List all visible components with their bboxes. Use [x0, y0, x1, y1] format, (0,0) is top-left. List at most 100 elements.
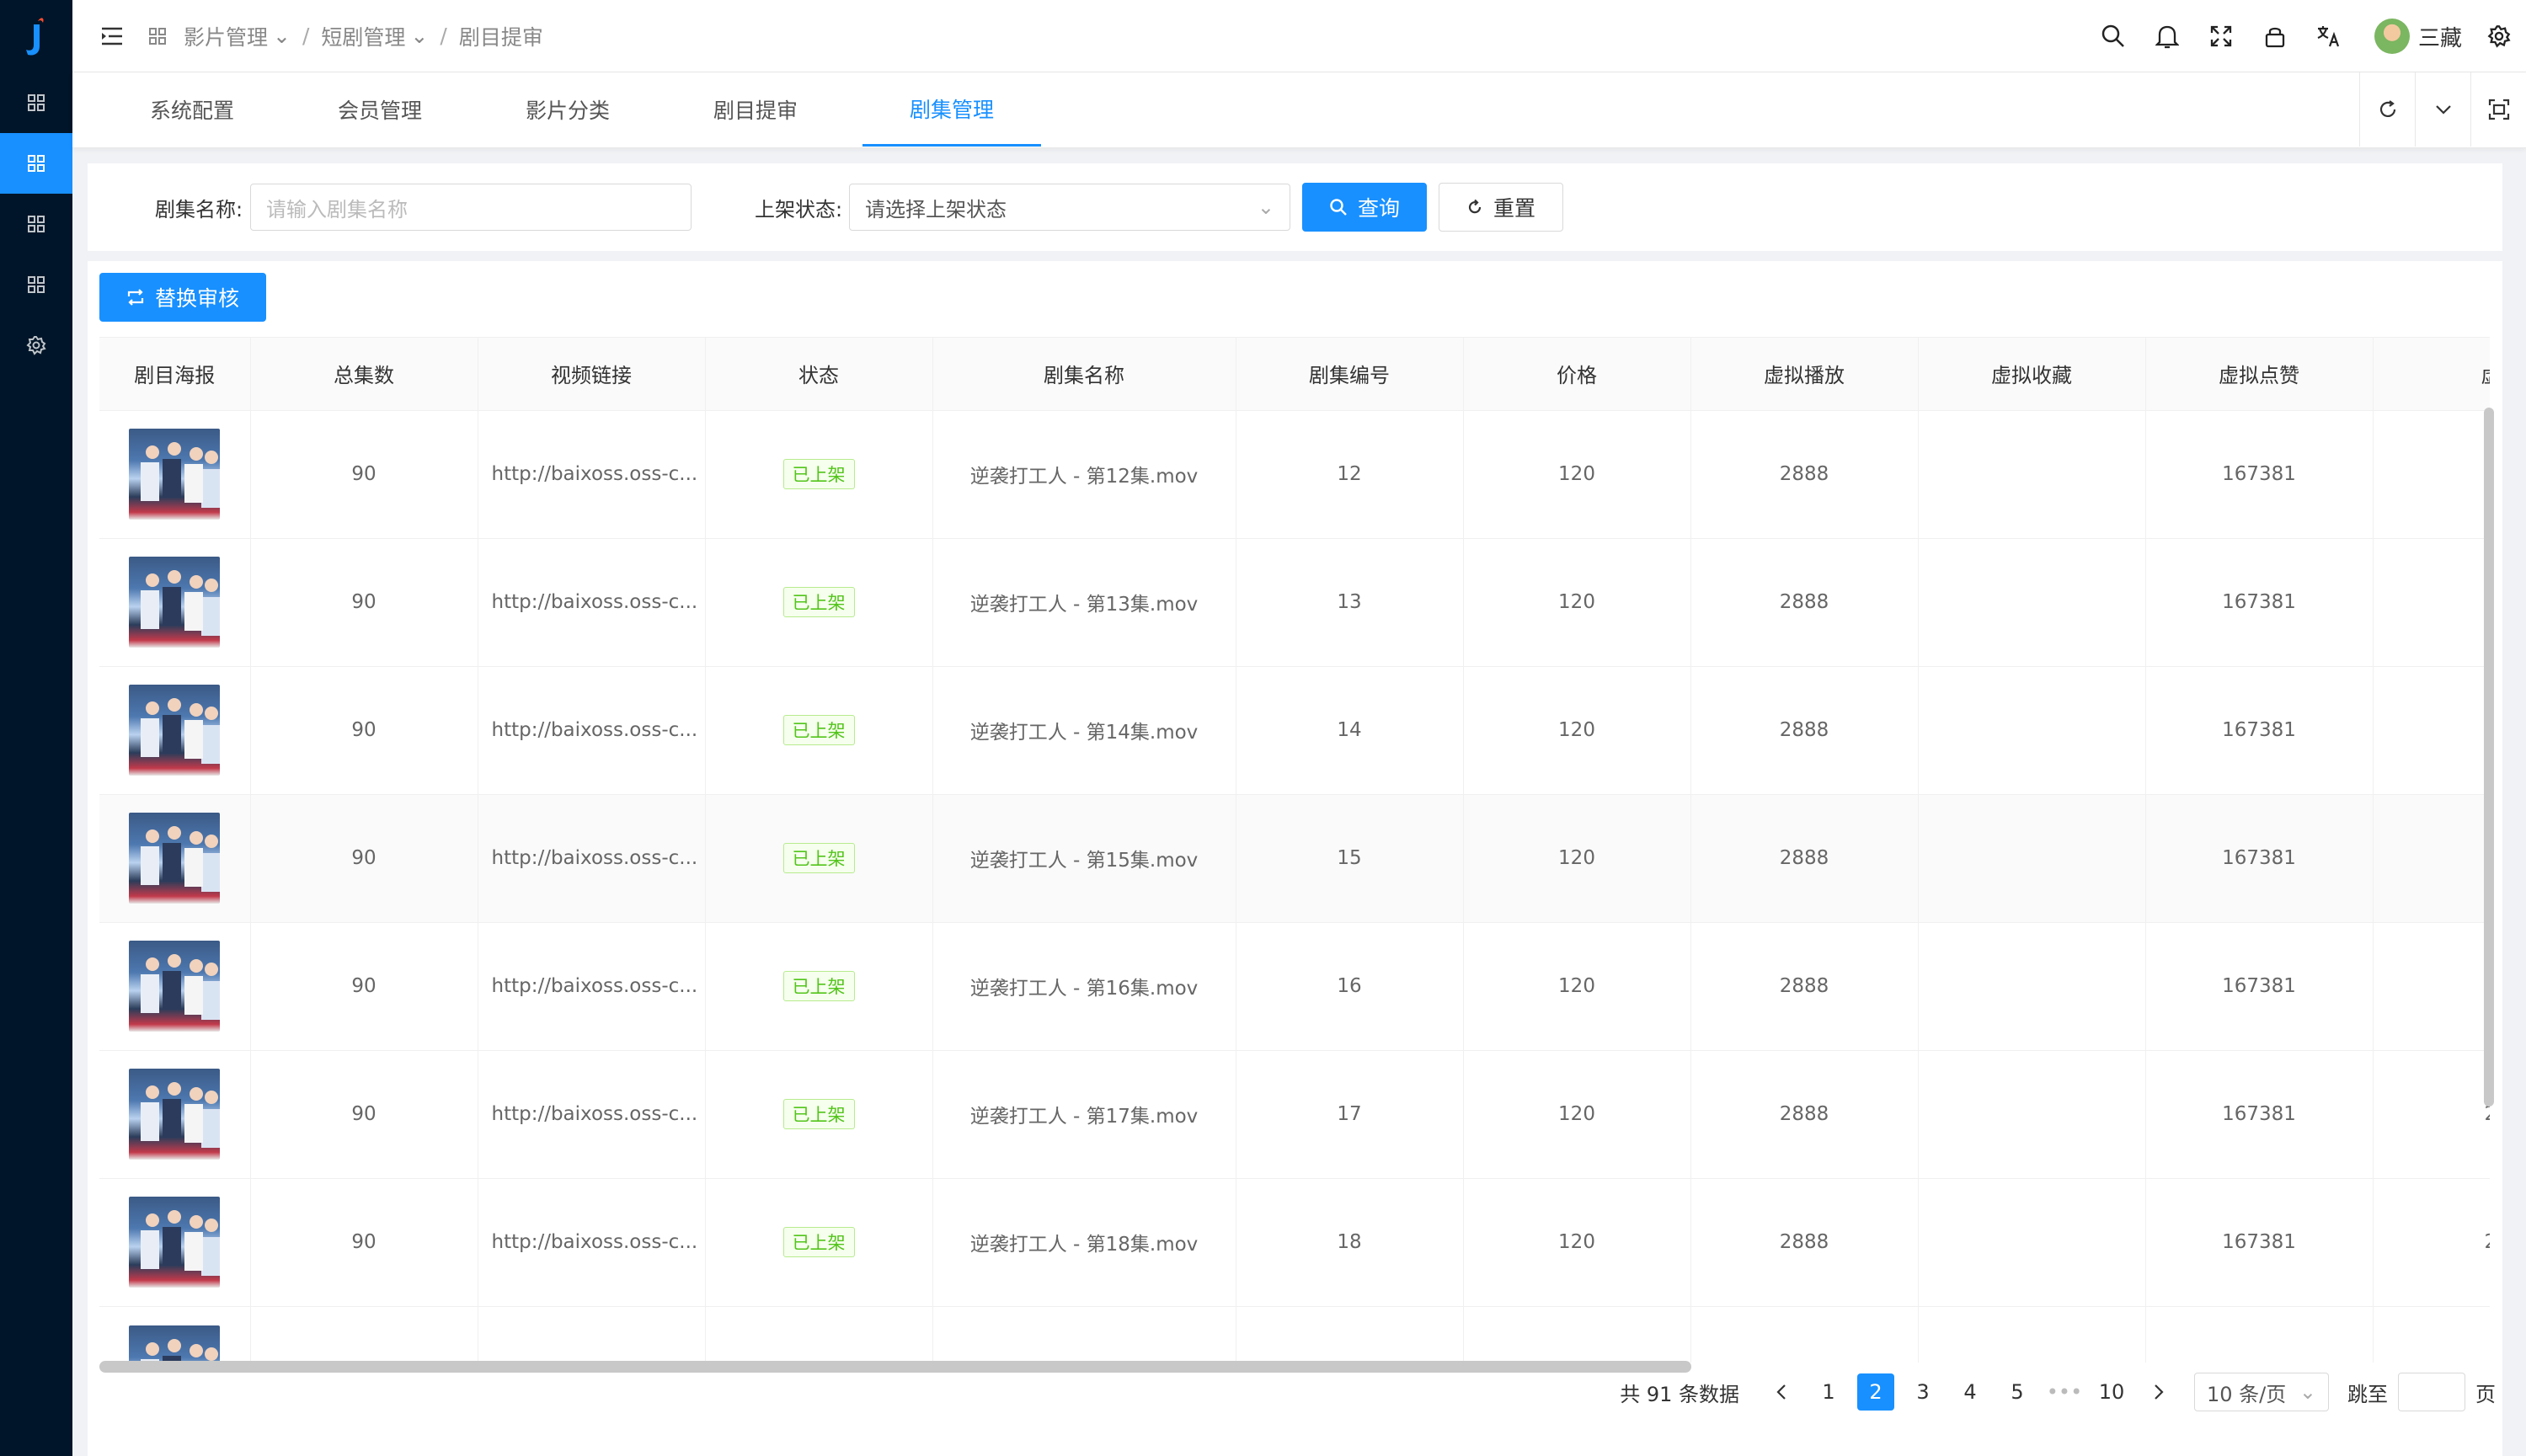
episode-name-cell: [932, 1306, 1236, 1363]
replace-review-button[interactable]: 替换审核: [99, 273, 266, 322]
grid-icon: [149, 27, 166, 45]
episode-number-cell: 18: [1236, 1178, 1464, 1307]
poster-image[interactable]: [129, 685, 221, 776]
status-cell: 已上架: [705, 794, 933, 923]
column-header-poster: 剧目海报: [99, 338, 251, 411]
breadcrumb-separator: /: [302, 24, 310, 48]
reset-icon: [1468, 199, 1482, 214]
tab-member-management[interactable]: 会员管理: [338, 72, 422, 147]
prev-page-icon[interactable]: [1763, 1373, 1800, 1411]
price-cell: 120: [1463, 410, 1691, 539]
tab-film-category[interactable]: 影片分类: [526, 72, 610, 147]
virtual-like-cell: 167381: [2145, 1050, 2374, 1179]
virtual-play-cell: 2888: [1690, 794, 1919, 923]
column-header-number: 剧集编号: [1236, 338, 1464, 411]
query-button[interactable]: 查询: [1302, 183, 1427, 232]
lock-icon[interactable]: [2248, 0, 2302, 72]
menu-fold-icon[interactable]: [99, 24, 125, 49]
translate-icon[interactable]: [2302, 0, 2356, 72]
jump-page-input[interactable]: [2398, 1373, 2465, 1411]
next-page-icon[interactable]: [2140, 1373, 2177, 1411]
page-10[interactable]: 10: [2093, 1373, 2130, 1411]
replace-review-label: 替换审核: [154, 286, 239, 311]
poster-image[interactable]: [129, 1197, 221, 1288]
status-label: 上架状态:: [755, 197, 843, 221]
video-link-cell: http://baixoss.oss-c...: [478, 1050, 706, 1179]
page-size-select[interactable]: 10 条/页 ⌄: [2194, 1373, 2329, 1411]
total-count: 共 91 条数据: [1620, 1382, 1739, 1406]
horizontal-scrollbar[interactable]: [99, 1361, 1691, 1373]
poster-image[interactable]: [129, 429, 221, 520]
reset-button[interactable]: 重置: [1439, 183, 1563, 232]
poster-cell: [99, 922, 251, 1051]
app-logo[interactable]: [0, 0, 72, 72]
username[interactable]: 三藏: [2418, 21, 2462, 52]
query-button-label: 查询: [1357, 196, 1400, 221]
name-label: 剧集名称:: [155, 197, 243, 221]
refresh-icon[interactable]: [2359, 72, 2415, 147]
bell-icon[interactable]: [2140, 0, 2194, 72]
table-row[interactable]: 90 http://baixoss.oss-c... 已上架 逆袭打工人 - 第16集…: [99, 922, 2490, 1051]
sidebar-item-3[interactable]: [0, 194, 72, 254]
fullscreen-icon[interactable]: [2194, 0, 2248, 72]
page-2[interactable]: 2: [1857, 1373, 1894, 1411]
column-header-link: 视频链接: [478, 338, 706, 411]
chevron-down-icon[interactable]: [2415, 72, 2470, 147]
table-row[interactable]: 90 http://baixoss.oss-c... 已上架 逆袭打工人 - 第12集…: [99, 410, 2490, 539]
tab-episode-management[interactable]: 剧集管理: [862, 72, 1041, 147]
episode-name-input[interactable]: 请输入剧集名称: [250, 184, 692, 231]
video-link-cell: http://baixoss.oss-c...: [478, 666, 706, 795]
breadcrumb-item-1[interactable]: 影片管理 ⌄: [184, 21, 291, 51]
status-badge: 已上架: [782, 1099, 855, 1129]
table-row[interactable]: 90 http://baixoss.oss-c... 已上架 逆袭打工人 - 第15集…: [99, 794, 2490, 923]
avatar[interactable]: [2374, 19, 2410, 54]
price-cell: 120: [1463, 1178, 1691, 1307]
episode-number-cell: [1236, 1306, 1464, 1363]
sidebar-item-4[interactable]: [0, 254, 72, 315]
table-row[interactable]: 90 http://baixoss.oss-c... 已上架 逆袭打工人 - 第14集…: [99, 666, 2490, 795]
table-row[interactable]: 90 http://baixoss.oss-c... 已上架 逆袭打工人 - 第17集…: [99, 1050, 2490, 1179]
poster-image[interactable]: [129, 941, 221, 1032]
poster-image[interactable]: [129, 1325, 221, 1363]
sidebar-item-1[interactable]: [0, 72, 72, 133]
table-row[interactable]: 90 http://baixoss.oss-c... 已上架 逆袭打工人 - 第13集…: [99, 538, 2490, 667]
page-1[interactable]: 1: [1810, 1373, 1847, 1411]
poster-image[interactable]: [129, 557, 221, 648]
maximize-icon[interactable]: [2470, 72, 2526, 147]
page-4[interactable]: 4: [1952, 1373, 1989, 1411]
search-icon: [1330, 199, 1347, 216]
episode-table: 剧目海报 总集数 视频链接 状态 剧集名称 剧集编号 价格 虚拟播放 虚拟收藏 …: [99, 337, 2490, 1363]
search-icon[interactable]: [2086, 0, 2140, 72]
content-card: 替换审核 剧目海报 总集数 视频链接 状态 剧集名称 剧集编号 价格 虚拟播放 …: [88, 261, 2502, 1456]
tab-system-config[interactable]: 系统配置: [150, 72, 234, 147]
page-3[interactable]: 3: [1904, 1373, 1941, 1411]
page-ellipsis[interactable]: •••: [2046, 1373, 2083, 1411]
breadcrumb-item-2[interactable]: 短剧管理 ⌄: [321, 21, 428, 51]
poster-cell: [99, 538, 251, 667]
sidebar-item-settings[interactable]: [0, 315, 72, 376]
virtual-share-cell: 27: [2373, 1178, 2490, 1307]
virtual-like-cell: 167381: [2145, 922, 2374, 1051]
table-row[interactable]: 90 http://baixoss.oss-c... 已上架 逆袭打工人 - 第18集…: [99, 1178, 2490, 1307]
episode-number-cell: 14: [1236, 666, 1464, 795]
page-5[interactable]: 5: [1999, 1373, 2036, 1411]
video-link-cell: http://baixoss.oss-c...: [478, 794, 706, 923]
vertical-scrollbar[interactable]: [2484, 408, 2494, 1107]
poster-image[interactable]: [129, 1069, 221, 1160]
status-badge: 已上架: [782, 459, 855, 489]
status-select[interactable]: 请选择上架状态 ⌄: [849, 184, 1290, 231]
poster-image[interactable]: [129, 813, 221, 904]
total-episodes-cell: 90: [250, 666, 478, 795]
price-cell: 120: [1463, 922, 1691, 1051]
tab-drama-review[interactable]: 剧目提审: [713, 72, 798, 147]
status-cell: 已上架: [705, 410, 933, 539]
settings-gear-icon[interactable]: [2472, 0, 2526, 72]
column-header-status: 状态: [705, 338, 933, 411]
poster-cell: [99, 1178, 251, 1307]
table-row[interactable]: [99, 1306, 2490, 1363]
sidebar-item-2[interactable]: [0, 133, 72, 194]
column-header-virtual-fav: 虚拟收藏: [1918, 338, 2146, 411]
poster-cell: [99, 666, 251, 795]
virtual-play-cell: 2888: [1690, 666, 1919, 795]
episode-name-cell: 逆袭打工人 - 第14集.mov: [932, 666, 1236, 795]
